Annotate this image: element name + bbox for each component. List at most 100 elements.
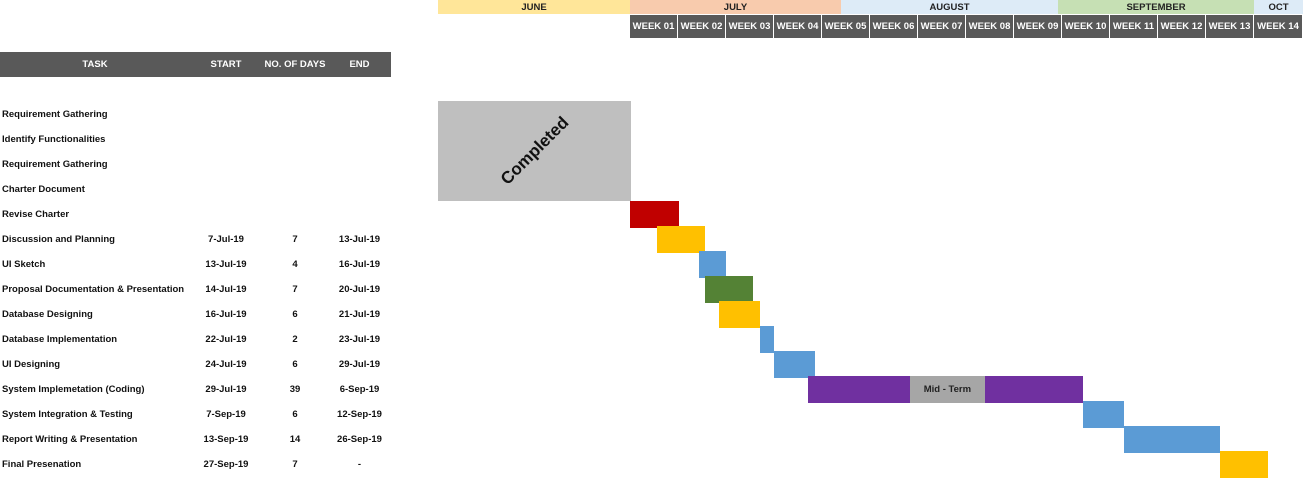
task-name: Identify Functionalities [2,134,106,145]
task-name: Final Presenation [2,459,82,470]
task-name: UI Sketch [2,259,46,270]
task-name: Report Writing & Presentation [2,434,138,445]
task-name: Discussion and Planning [2,234,115,245]
task-end [328,202,391,227]
task-days [262,202,328,227]
task-name: Requirement Gathering [2,109,108,120]
task-column-header: TASK [0,52,190,77]
task-name: UI Designing [2,359,61,370]
gantt-bar [698,251,726,278]
task-start [190,127,262,152]
start-column-header: START [190,52,262,77]
task-end: 12-Sep-19 [337,409,382,420]
task-days [262,127,328,152]
task-end: 29-Jul-19 [338,359,381,370]
task-name: System Implemetation (Coding) [2,384,145,395]
week-header: WEEK 10 [1062,15,1109,38]
task-days: 4 [292,259,298,270]
task-days: 39 [289,384,301,395]
table-row: Requirement Gathering [0,102,391,127]
task-end: 20-Jul-19 [338,284,381,295]
task-days: 7 [292,284,298,295]
task-name: Charter Document [2,184,85,195]
gantt-bar [705,276,754,303]
gantt-bar [760,326,774,353]
month-header-september: SEPTEMBER [1058,0,1254,14]
task-start: 16-Jul-19 [205,309,247,320]
task-start: 14-Jul-19 [205,284,247,295]
table-row: System Integration & Testing 7-Sep-19 6 12-… [0,402,391,427]
task-end [328,127,391,152]
completed-block: Completed [438,101,631,201]
task-end: 13-Jul-19 [338,234,381,245]
task-name: Database Designing [2,309,93,320]
task-start: 29-Jul-19 [205,384,247,395]
table-row: Discussion and Planning 7-Jul-19 7 13-Jul-1… [0,227,391,252]
task-days [262,152,328,177]
gantt-bar [657,226,706,253]
table-row: Identify Functionalities [0,127,391,152]
table-row: Charter Document [0,177,391,202]
week-header: WEEK 13 [1206,15,1253,38]
gantt-bar [630,201,679,228]
task-days: 7 [292,459,298,470]
gantt-bar [719,301,761,328]
table-row: UI Designing 24-Jul-19 6 29-Jul-19 [0,352,391,377]
month-header-august: AUGUST [841,0,1058,14]
task-end: - [357,459,362,470]
task-end: 26-Sep-19 [337,434,382,445]
month-header-june: JUNE [438,0,630,14]
week-header: WEEK 06 [870,15,917,38]
task-start: 22-Jul-19 [205,334,247,345]
task-days: 6 [292,409,298,420]
week-header: WEEK 14 [1254,15,1302,38]
week-header: WEEK 01 [630,15,677,38]
week-header: WEEK 04 [774,15,821,38]
table-row: Database Implementation 22-Jul-19 2 23-Jul-… [0,327,391,352]
month-header-oct: OCT [1254,0,1303,14]
week-header: WEEK 09 [1014,15,1061,38]
task-end [328,102,391,127]
task-start: 7-Sep-19 [206,409,246,420]
table-row: Proposal Documentation & Presentation 14-… [0,277,391,302]
task-start: 13-Sep-19 [203,434,249,445]
gantt-bar [1082,401,1124,428]
task-start [190,177,262,202]
task-end: 21-Jul-19 [338,309,381,320]
completed-label: Completed [496,112,572,189]
week-header: WEEK 05 [822,15,869,38]
task-name: Revise Charter [2,209,70,220]
task-days [262,177,328,202]
task-days: 6 [292,309,298,320]
task-days [262,102,328,127]
task-end [328,177,391,202]
end-column-header: END [328,52,391,77]
days-column-header: NO. OF DAYS [262,52,328,77]
task-days: 6 [292,359,298,370]
gantt-bar [774,351,816,378]
table-row: Final Presenation 27-Sep-19 7 - [0,452,391,477]
task-days: 2 [292,334,298,345]
task-name: Database Implementation [2,334,118,345]
task-start [190,202,262,227]
gantt-bar [1219,451,1268,478]
task-days: 7 [292,234,298,245]
task-end: 6-Sep-19 [339,384,380,395]
week-header: WEEK 03 [726,15,773,38]
task-start: 24-Jul-19 [205,359,247,370]
gantt-bar [1123,426,1220,453]
table-row: UI Sketch 13-Jul-19 4 16-Jul-19 [0,252,391,277]
week-header: WEEK 12 [1158,15,1205,38]
task-end [328,152,391,177]
table-row: System Implemetation (Coding) 29-Jul-19 39… [0,377,391,402]
task-name: Proposal Documentation & Presentation [2,284,185,295]
week-header: WEEK 02 [678,15,725,38]
table-row: Database Designing 16-Jul-19 6 21-Jul-19 [0,302,391,327]
table-row: Report Writing & Presentation 13-Sep-19 14… [0,427,391,452]
week-header: WEEK 08 [966,15,1013,38]
task-start: 13-Jul-19 [205,259,247,270]
table-row: Revise Charter [0,202,391,227]
milestone-label: Mid - Term [909,376,985,403]
week-header: WEEK 07 [918,15,965,38]
task-start [190,152,262,177]
